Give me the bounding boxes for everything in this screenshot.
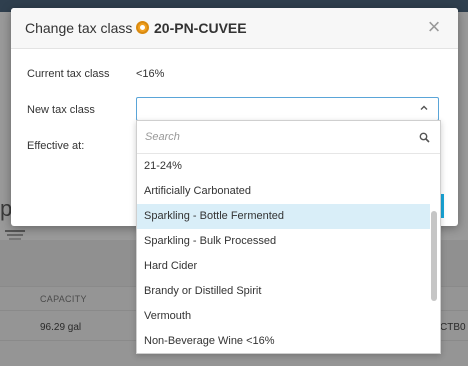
modal-header: Change tax class 20-PN-CUVEE × (11, 8, 458, 49)
dropdown-scrollbar[interactable] (431, 211, 437, 301)
dropdown-search (137, 121, 440, 154)
option-non-beverage-wine[interactable]: Non-Beverage Wine <16% (137, 329, 430, 353)
current-tax-class-label: Current tax class (27, 68, 110, 80)
current-tax-class-value: <16% (136, 68, 165, 80)
tax-class-dropdown: 21-24% Artificially Carbonated Sparkling… (136, 120, 441, 354)
search-icon (419, 132, 430, 143)
product-icon (136, 21, 149, 34)
option-brandy-distilled-spirit[interactable]: Brandy or Distilled Spirit (137, 279, 430, 304)
close-button[interactable]: × (422, 16, 446, 40)
option-hard-cider[interactable]: Hard Cider (137, 254, 430, 279)
options-list: 21-24% Artificially Carbonated Sparkling… (137, 154, 430, 353)
option-artificially-carbonated[interactable]: Artificially Carbonated (137, 179, 430, 204)
option-vermouth[interactable]: Vermouth (137, 304, 430, 329)
option-sparkling-bottle-fermented[interactable]: Sparkling - Bottle Fermented (137, 204, 430, 229)
capacity-column-header: CAPACITY (40, 294, 87, 304)
new-tax-class-label: New tax class (27, 104, 95, 116)
capacity-cell: 96.29 gal (40, 322, 82, 333)
option-21-24[interactable]: 21-24% (137, 154, 430, 179)
chevron-up-icon (420, 105, 428, 110)
modal-title: Change tax class (25, 20, 133, 36)
new-tax-class-select[interactable] (136, 97, 439, 121)
search-input[interactable] (145, 128, 415, 146)
effective-at-label: Effective at: (27, 140, 85, 152)
option-sparkling-bulk-processed[interactable]: Sparkling - Bulk Processed (137, 229, 430, 254)
code-cell: CTB0 (440, 322, 466, 333)
product-code: 20-PN-CUVEE (154, 20, 247, 36)
